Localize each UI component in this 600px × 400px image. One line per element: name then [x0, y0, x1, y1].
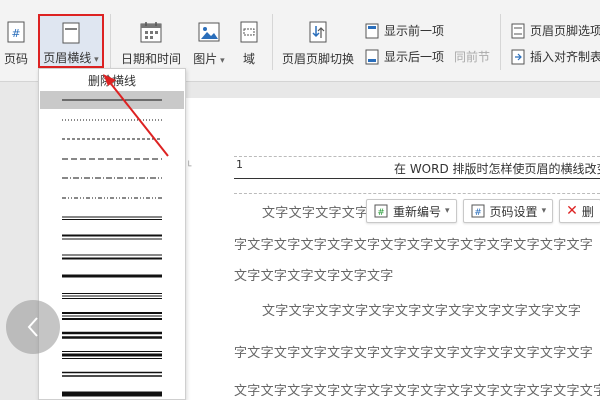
- header-title: 在 WORD 排版时怎样使页眉的横线改变: [394, 162, 600, 176]
- line-style-preview: [62, 293, 162, 299]
- line-style-option-triple[interactable]: [40, 287, 184, 305]
- show-next-label: 显示后一项: [384, 50, 445, 64]
- ribbon-separator: [110, 14, 111, 70]
- svg-text:#: #: [11, 27, 20, 40]
- calendar-icon: [138, 19, 164, 45]
- page-number-label: 页码: [3, 52, 28, 66]
- delete-button[interactable]: ✕ 删: [559, 199, 600, 223]
- line-style-option-double[interactable]: [40, 365, 184, 383]
- field-label: 域: [242, 52, 255, 66]
- line-style-option-thin-thick-thin[interactable]: [40, 346, 184, 364]
- field-button[interactable]: 域: [234, 0, 264, 67]
- same-as-previous-label: 同前节: [454, 50, 491, 64]
- show-previous-button[interactable]: 显示前一项: [364, 22, 444, 39]
- body-text-line: 字文字文字文字文字文字文字文字文字文字文字文字文字文字: [234, 346, 594, 361]
- line-style-preview: [62, 234, 162, 240]
- line-style-preview: [62, 391, 162, 397]
- switch-header-footer-button[interactable]: 页眉页脚切换: [278, 0, 358, 67]
- header-line-icon: [58, 20, 84, 46]
- page-number-button[interactable]: # 页码: [0, 0, 36, 67]
- line-style-option-dashed[interactable]: [40, 150, 184, 168]
- header-rule: [234, 178, 600, 179]
- line-style-option-dash-dot[interactable]: [40, 169, 184, 187]
- line-style-preview: [62, 119, 162, 121]
- show-next-button[interactable]: 显示后一项: [364, 48, 444, 65]
- delete-line-option[interactable]: 删除横线: [39, 72, 185, 89]
- header-line-dropdown: 删除横线: [38, 68, 186, 400]
- line-style-option-dotted-fine[interactable]: [40, 111, 184, 129]
- header-footer-options-label: 页眉页脚选项: [530, 24, 600, 38]
- delete-label: 删: [581, 204, 594, 219]
- body-text-line: 文字文字文字文字: [262, 206, 369, 221]
- picture-button[interactable]: 图片 ▾: [188, 0, 230, 67]
- switch-header-footer-label: 页眉页脚切换: [281, 52, 354, 66]
- chevron-left-icon: [27, 317, 38, 337]
- line-style-option-dash-dot-fine[interactable]: [40, 189, 184, 207]
- insert-align-tab-button[interactable]: 插入对齐制表: [510, 48, 600, 65]
- line-style-option-single[interactable]: [40, 91, 184, 109]
- line-style-preview: [62, 274, 162, 278]
- svg-text:#: #: [474, 208, 482, 218]
- header-line-label: 页眉横线 ▾: [43, 51, 99, 65]
- line-style-option-thin-thick[interactable]: [40, 248, 184, 266]
- svg-text:#: #: [377, 208, 385, 218]
- margin-mark: └: [186, 162, 192, 172]
- chevron-down-icon: ▾: [445, 206, 450, 216]
- field-icon: [236, 19, 262, 45]
- show-next-icon: [364, 49, 380, 65]
- date-time-button[interactable]: 日期和时间: [118, 0, 184, 67]
- header-line-button[interactable]: 页眉横线 ▾: [38, 14, 104, 68]
- close-icon: ✕: [566, 203, 578, 219]
- insert-align-tab-label: 插入对齐制表: [530, 50, 600, 64]
- renumber-icon: #: [373, 203, 389, 219]
- show-previous-icon: [364, 23, 380, 39]
- line-style-preview: [62, 311, 162, 320]
- body-text-line: 文字文字文字文字文字文字文字文字文字文字文字文字文字文字: [234, 384, 600, 399]
- switch-header-footer-icon: [305, 19, 331, 45]
- previous-nav-button[interactable]: [6, 300, 60, 354]
- line-style-preview: [62, 254, 162, 260]
- line-style-preview: [62, 158, 162, 160]
- line-style-preview: [62, 138, 162, 140]
- body-text-line: 文字文字文字文字文字文字文字文字文字文字文字文字: [262, 304, 582, 319]
- line-style-preview: [62, 197, 162, 199]
- line-style-option-double-thin[interactable]: [40, 209, 184, 227]
- ribbon-separator: [500, 14, 501, 70]
- line-style-option-dashed-fine[interactable]: [40, 130, 184, 148]
- line-style-preview: [62, 177, 162, 179]
- line-style-preview: [62, 216, 162, 220]
- ribbon-separator: [272, 14, 273, 70]
- header-page-number: 1: [236, 158, 243, 171]
- insert-align-tab-icon: [510, 49, 526, 65]
- line-style-preview: [62, 350, 162, 359]
- line-style-option-thick-bar[interactable]: [40, 385, 184, 400]
- chevron-down-icon: ▾: [541, 206, 547, 216]
- page-setup-label: 页码设置: [489, 204, 538, 219]
- picture-label: 图片 ▾: [193, 52, 225, 66]
- page-number-icon: #: [3, 19, 29, 45]
- header-footer-options-icon: [510, 23, 526, 39]
- line-style-option-thick-thin[interactable]: [40, 228, 184, 246]
- date-time-label: 日期和时间: [120, 52, 181, 66]
- page-setup-icon: #: [470, 203, 486, 219]
- header-footer-options-button[interactable]: 页眉页脚选项: [510, 22, 600, 39]
- renumber-label: 重新编号: [393, 204, 442, 219]
- header-footer-floating-toolbar: # 重新编号 ▾ # 页码设置 ▾ ✕ 删: [366, 198, 600, 224]
- page-setup-button[interactable]: # 页码设置 ▾: [462, 199, 554, 223]
- line-style-option-thick-thin-thick[interactable]: [40, 307, 184, 325]
- line-style-option-double-thick[interactable]: [40, 326, 184, 344]
- same-as-previous-button[interactable]: 同前节: [454, 48, 490, 65]
- show-previous-label: 显示前一项: [384, 24, 445, 38]
- line-style-option-thick[interactable]: [40, 267, 184, 285]
- body-text-line: 文字文字文字文字文字文字: [234, 269, 394, 284]
- body-text-line: 字文字文字文字文字文字文字文字文字文字文字文字文字文字: [234, 238, 594, 253]
- line-style-preview: [62, 372, 162, 378]
- renumber-button[interactable]: # 重新编号 ▾: [366, 199, 457, 223]
- line-style-preview: [62, 99, 162, 101]
- line-style-preview: [62, 331, 162, 339]
- picture-icon: [196, 19, 222, 45]
